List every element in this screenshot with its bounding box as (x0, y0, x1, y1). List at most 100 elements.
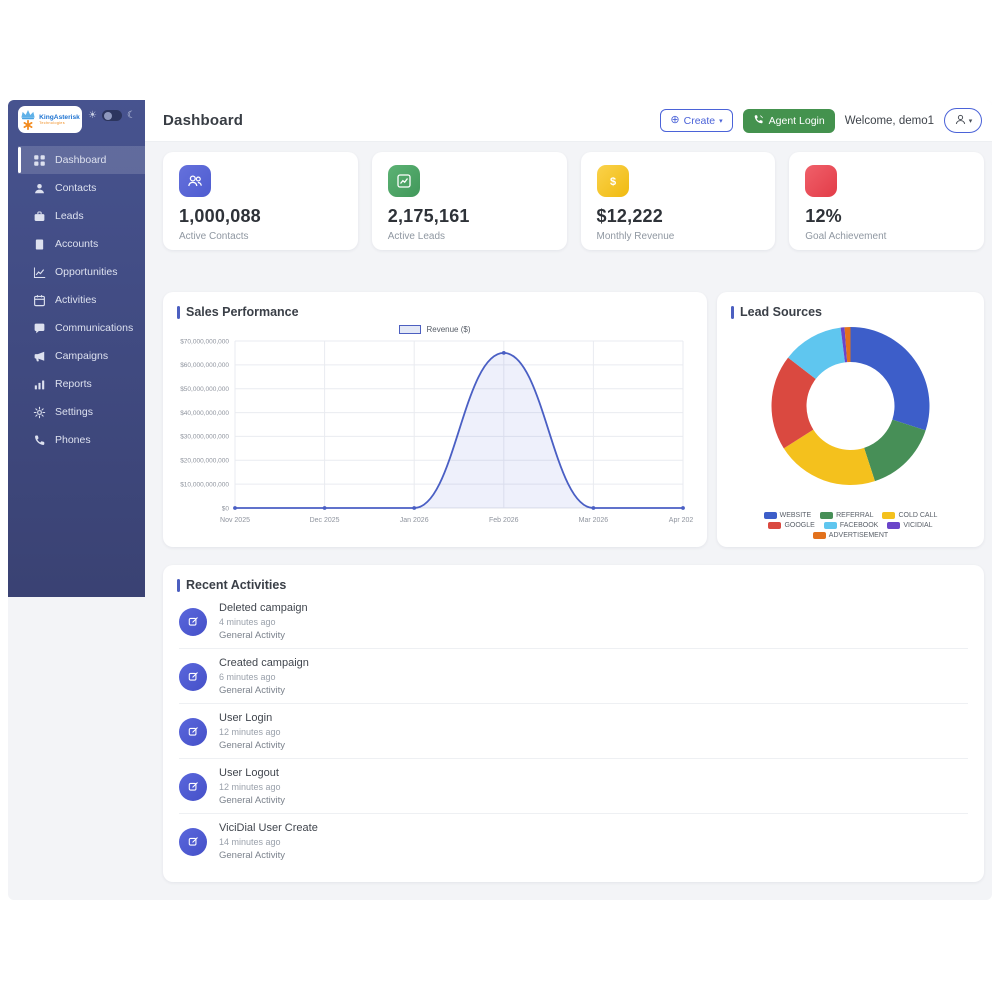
topbar: Dashboard ⊕ Create ▾ Agent Login Welcome… (145, 100, 992, 142)
theme-toggle[interactable] (102, 110, 122, 121)
svg-text:$40,000,000,000: $40,000,000,000 (180, 410, 229, 417)
svg-text:$50,000,000,000: $50,000,000,000 (180, 386, 229, 393)
legend-label: GOOGLE (784, 522, 814, 529)
sidebar-item-accounts[interactable]: Accounts (8, 230, 145, 258)
chart-line-icon (33, 266, 46, 279)
sidebar-item-leads[interactable]: Leads (8, 202, 145, 230)
crown-icon (20, 109, 36, 120)
megaphone-icon (33, 350, 46, 363)
svg-text:$10,000,000,000: $10,000,000,000 (180, 481, 229, 488)
legend-swatch (813, 532, 826, 539)
page: KingAsterisk Technologies ☀ ☾ Dashboard C… (0, 0, 1000, 1000)
activity-text: User Logout12 minutes agoGeneral Activit… (219, 767, 285, 806)
activity-row-created-campaign: Created campaign6 minutes agoGeneral Act… (179, 649, 968, 704)
recent-activities-title-text: Recent Activities (186, 578, 286, 592)
stat-cards-row: 1,000,088Active Contacts2,175,161Active … (163, 152, 984, 250)
sidebar-item-contacts[interactable]: Contacts (8, 174, 145, 202)
create-button[interactable]: ⊕ Create ▾ (660, 109, 732, 132)
legend-item-cold-call[interactable]: COLD CALL (882, 512, 937, 519)
activity-row-user-login: User Login12 minutes agoGeneral Activity (179, 704, 968, 759)
sidebar-item-label: Activities (55, 294, 96, 306)
legend-item-referral[interactable]: REFERRAL (820, 512, 873, 519)
dollar-icon: $ (597, 165, 629, 197)
activity-text: Created campaign6 minutes agoGeneral Act… (219, 657, 309, 696)
brand-logo[interactable]: KingAsterisk Technologies (18, 106, 82, 133)
activity-category: General Activity (219, 795, 285, 806)
activity-row-user-logout: User Logout12 minutes agoGeneral Activit… (179, 759, 968, 814)
file-icon (33, 238, 46, 251)
svg-text:$60,000,000,000: $60,000,000,000 (180, 362, 229, 369)
moon-icon: ☾ (127, 111, 136, 121)
user-menu-button[interactable]: ▾ (944, 108, 982, 133)
svg-text:$: $ (609, 176, 615, 188)
theme-switcher: ☀ ☾ (88, 110, 136, 121)
stat-value: 12% (805, 206, 968, 227)
stat-label: Active Contacts (179, 231, 342, 242)
trend-icon (388, 165, 420, 197)
activity-title: ViciDial User Create (219, 822, 318, 834)
stat-label: Monthly Revenue (597, 231, 760, 242)
legend-item-facebook[interactable]: FACEBOOK (824, 522, 879, 529)
sidebar-item-label: Contacts (55, 182, 96, 194)
activity-category: General Activity (219, 740, 285, 751)
legend-label: REFERRAL (836, 512, 873, 519)
briefcase-icon (33, 210, 46, 223)
legend-swatch (820, 512, 833, 519)
note-pen-icon (179, 608, 207, 636)
stat-value: $12,222 (597, 206, 760, 227)
sidebar-item-communications[interactable]: Communications (8, 314, 145, 342)
activity-text: Deleted campaign4 minutes agoGeneral Act… (219, 602, 308, 641)
lead-sources-title-text: Lead Sources (740, 305, 822, 319)
revenue-legend-swatch (399, 325, 421, 334)
legend-swatch (764, 512, 777, 519)
legend-label: WEBSITE (780, 512, 812, 519)
gear-icon (33, 406, 46, 419)
activity-title: User Login (219, 712, 285, 724)
note-pen-icon (179, 718, 207, 746)
sidebar-item-label: Leads (55, 210, 84, 222)
activity-text: User Login12 minutes agoGeneral Activity (219, 712, 285, 751)
svg-text:Apr 2026: Apr 2026 (669, 517, 693, 524)
legend-swatch (882, 512, 895, 519)
activity-title: Created campaign (219, 657, 309, 669)
legend-row: GOOGLE FACEBOOK VICIDIAL (768, 522, 932, 529)
stat-label: Goal Achievement (805, 231, 968, 242)
note-pen-icon (179, 773, 207, 801)
sidebar-item-phones[interactable]: Phones (8, 426, 145, 454)
svg-text:$70,000,000,000: $70,000,000,000 (180, 338, 229, 345)
sidebar-item-dashboard[interactable]: Dashboard (8, 146, 145, 174)
sidebar-item-reports[interactable]: Reports (8, 370, 145, 398)
brand-logo-art (20, 109, 36, 130)
title-accent-bar (177, 579, 180, 592)
users-icon (179, 165, 211, 197)
donut-slice-website (851, 327, 930, 430)
sidebar-item-activities[interactable]: Activities (8, 286, 145, 314)
svg-text:Mar 2026: Mar 2026 (579, 517, 609, 524)
svg-text:Jan 2026: Jan 2026 (400, 517, 429, 524)
agent-login-button[interactable]: Agent Login (743, 109, 835, 133)
activity-category: General Activity (219, 850, 318, 861)
page-title: Dashboard (163, 112, 243, 129)
legend-item-advertisement[interactable]: ADVERTISEMENT (813, 532, 888, 539)
sales-performance-title-text: Sales Performance (186, 305, 299, 319)
legend-row: ADVERTISEMENT (813, 532, 888, 539)
legend-item-website[interactable]: WEBSITE (764, 512, 812, 519)
sidebar-item-label: Campaigns (55, 350, 108, 362)
svg-text:$20,000,000,000: $20,000,000,000 (180, 458, 229, 465)
revenue-legend-item[interactable]: Revenue ($) (163, 324, 707, 335)
lead-sources-donut-chart (717, 321, 984, 491)
note-pen-icon (179, 828, 207, 856)
caret-down-icon: ▾ (969, 117, 973, 125)
stat-card-active-contacts: 1,000,088Active Contacts (163, 152, 358, 250)
topbar-actions: ⊕ Create ▾ Agent Login Welcome, demo1 ▾ (660, 108, 982, 133)
legend-item-google[interactable]: GOOGLE (768, 522, 814, 529)
sidebar-item-settings[interactable]: Settings (8, 398, 145, 426)
sidebar-item-opportunities[interactable]: Opportunities (8, 258, 145, 286)
lead-sources-title: Lead Sources (717, 292, 984, 319)
legend-item-vicidial[interactable]: VICIDIAL (887, 522, 932, 529)
sidebar-item-campaigns[interactable]: Campaigns (8, 342, 145, 370)
sidebar-item-label: Settings (55, 406, 93, 418)
chat-icon (33, 322, 46, 335)
bar-chart-icon (33, 378, 46, 391)
user-icon (33, 182, 46, 195)
